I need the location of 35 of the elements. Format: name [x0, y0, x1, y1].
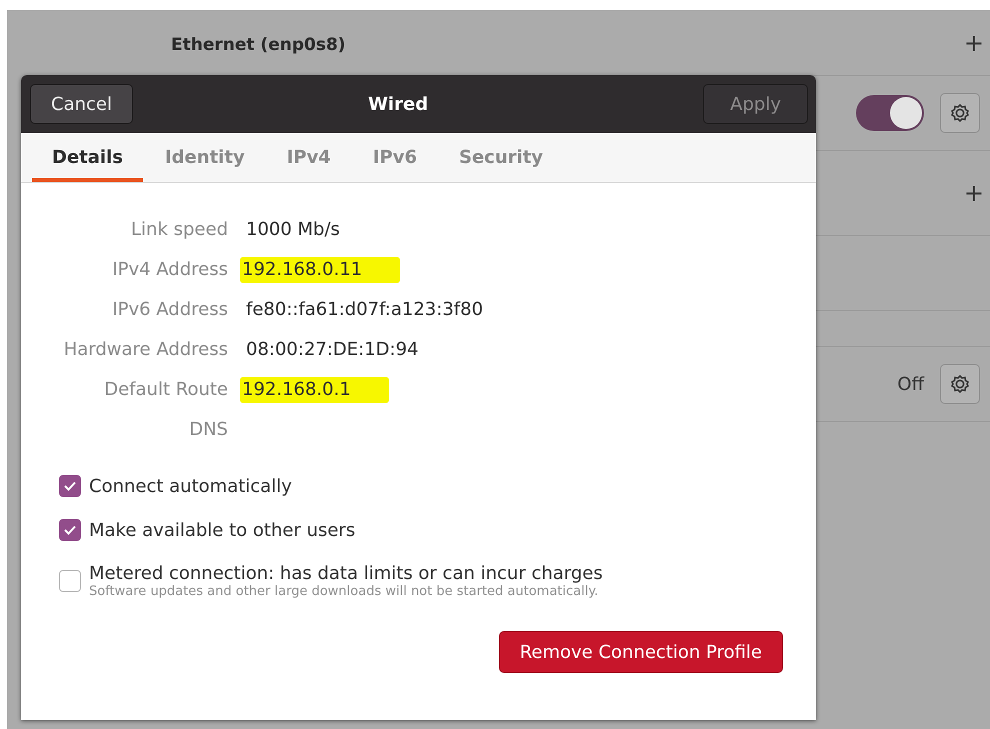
field-value: 192.168.0.11: [240, 257, 400, 283]
field-label: Link speed: [131, 218, 228, 242]
status-label: Off: [897, 374, 924, 394]
dialog-title: Wired: [368, 94, 428, 114]
checkbox[interactable]: [59, 519, 81, 541]
tab[interactable]: Identity: [144, 133, 265, 182]
gear-icon: [950, 103, 970, 123]
settings-button[interactable]: [940, 364, 980, 404]
field-value: 08:00:27:DE:1D:94: [246, 338, 418, 362]
checkbox-label: Make available to other users: [89, 520, 356, 540]
add-button[interactable]: +: [964, 28, 990, 56]
gear-icon: [950, 374, 970, 394]
field-label: IPv4 Address: [112, 258, 228, 282]
checkbox-label: Metered connection: has data limits or can incur charges: [89, 563, 603, 584]
field-label: DNS: [189, 418, 228, 442]
add-button[interactable]: +: [964, 179, 990, 207]
field-label: Hardware Address: [64, 338, 228, 362]
checkbox[interactable]: [59, 475, 81, 497]
tab[interactable]: IPv6: [352, 133, 437, 182]
tab[interactable]: Details: [32, 133, 143, 182]
checkbox-label: Connect automatically: [89, 476, 292, 496]
tab[interactable]: Security: [439, 133, 564, 182]
cancel-button[interactable]: Cancel: [30, 84, 133, 124]
field-value: 192.168.0.1: [240, 377, 389, 403]
tab[interactable]: IPv4: [266, 133, 351, 182]
field-value: 1000 Mb/s: [246, 218, 340, 242]
field-label: Default Route: [104, 378, 228, 402]
hint-text: Software updates and other large downloads will not be started automatically.: [89, 584, 600, 599]
toggle-switch[interactable]: [856, 95, 924, 131]
remove-button[interactable]: Remove Connection Profile: [498, 631, 783, 673]
section-title: Ethernet (enp0s8): [171, 34, 346, 54]
settings-button[interactable]: [940, 93, 980, 133]
field-value: fe80::fa61:d07f:a123:3f80: [246, 298, 484, 322]
field-label: IPv6 Address: [112, 298, 228, 322]
checkbox[interactable]: [59, 570, 81, 592]
